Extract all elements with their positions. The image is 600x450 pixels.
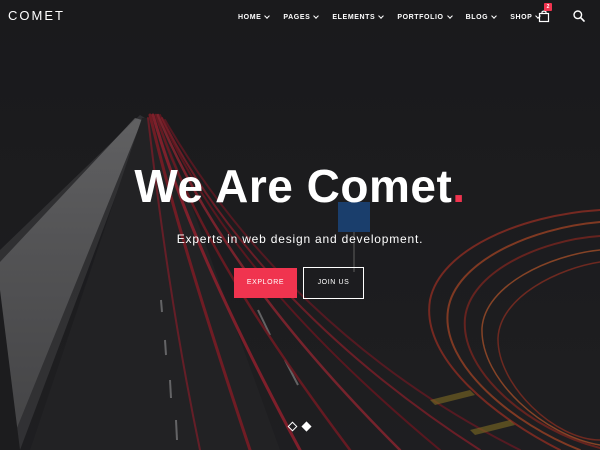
site-logo[interactable]: COMET	[8, 8, 65, 23]
chevron-down-icon	[446, 13, 453, 19]
main-nav: HOME PAGES ELEMENTS PORTFOLIO BLOG SHOP	[238, 11, 554, 23]
nav-item-label: HOME	[238, 13, 262, 21]
chevron-down-icon	[378, 13, 385, 19]
site-header: COMET HOME PAGES ELEMENTS PORTFOLIO BLOG	[0, 0, 600, 32]
slider-dot-1[interactable]	[287, 421, 298, 432]
slider-dot-2[interactable]	[301, 421, 312, 432]
nav-item-label: SHOP	[510, 13, 533, 21]
hero-overlay	[0, 0, 600, 450]
shopping-bag-icon[interactable]	[537, 9, 551, 23]
hero-title-text: We Are Comet	[134, 160, 453, 212]
chevron-down-icon	[491, 13, 498, 19]
nav-item-blog[interactable]: BLOG	[465, 13, 498, 21]
nav-item-portfolio[interactable]: PORTFOLIO	[397, 13, 453, 21]
hero-title-accent-dot: .	[452, 160, 466, 212]
search-icon[interactable]	[572, 9, 586, 23]
hero-subtitle: Experts in web design and development.	[176, 232, 424, 246]
nav-item-label: PORTFOLIO	[397, 13, 444, 21]
nav-item-home[interactable]: HOME	[238, 13, 271, 21]
nav-item-pages[interactable]: PAGES	[283, 13, 320, 21]
cart-count-badge: 2	[544, 3, 552, 11]
slider-pagination	[287, 421, 317, 433]
nav-item-label: PAGES	[283, 13, 311, 21]
chevron-down-icon	[313, 13, 320, 19]
join-us-button[interactable]: JOIN US	[303, 267, 364, 299]
page: COMET HOME PAGES ELEMENTS PORTFOLIO BLOG	[0, 0, 600, 450]
chevron-down-icon	[264, 13, 271, 19]
hero-title: We Are Comet.	[0, 158, 600, 214]
nav-item-label: ELEMENTS	[332, 13, 376, 21]
nav-item-label: BLOG	[465, 13, 489, 21]
nav-item-shop[interactable]: SHOP	[510, 13, 542, 21]
nav-item-elements[interactable]: ELEMENTS	[332, 13, 385, 21]
explore-button[interactable]: EXPLORE	[234, 268, 297, 298]
